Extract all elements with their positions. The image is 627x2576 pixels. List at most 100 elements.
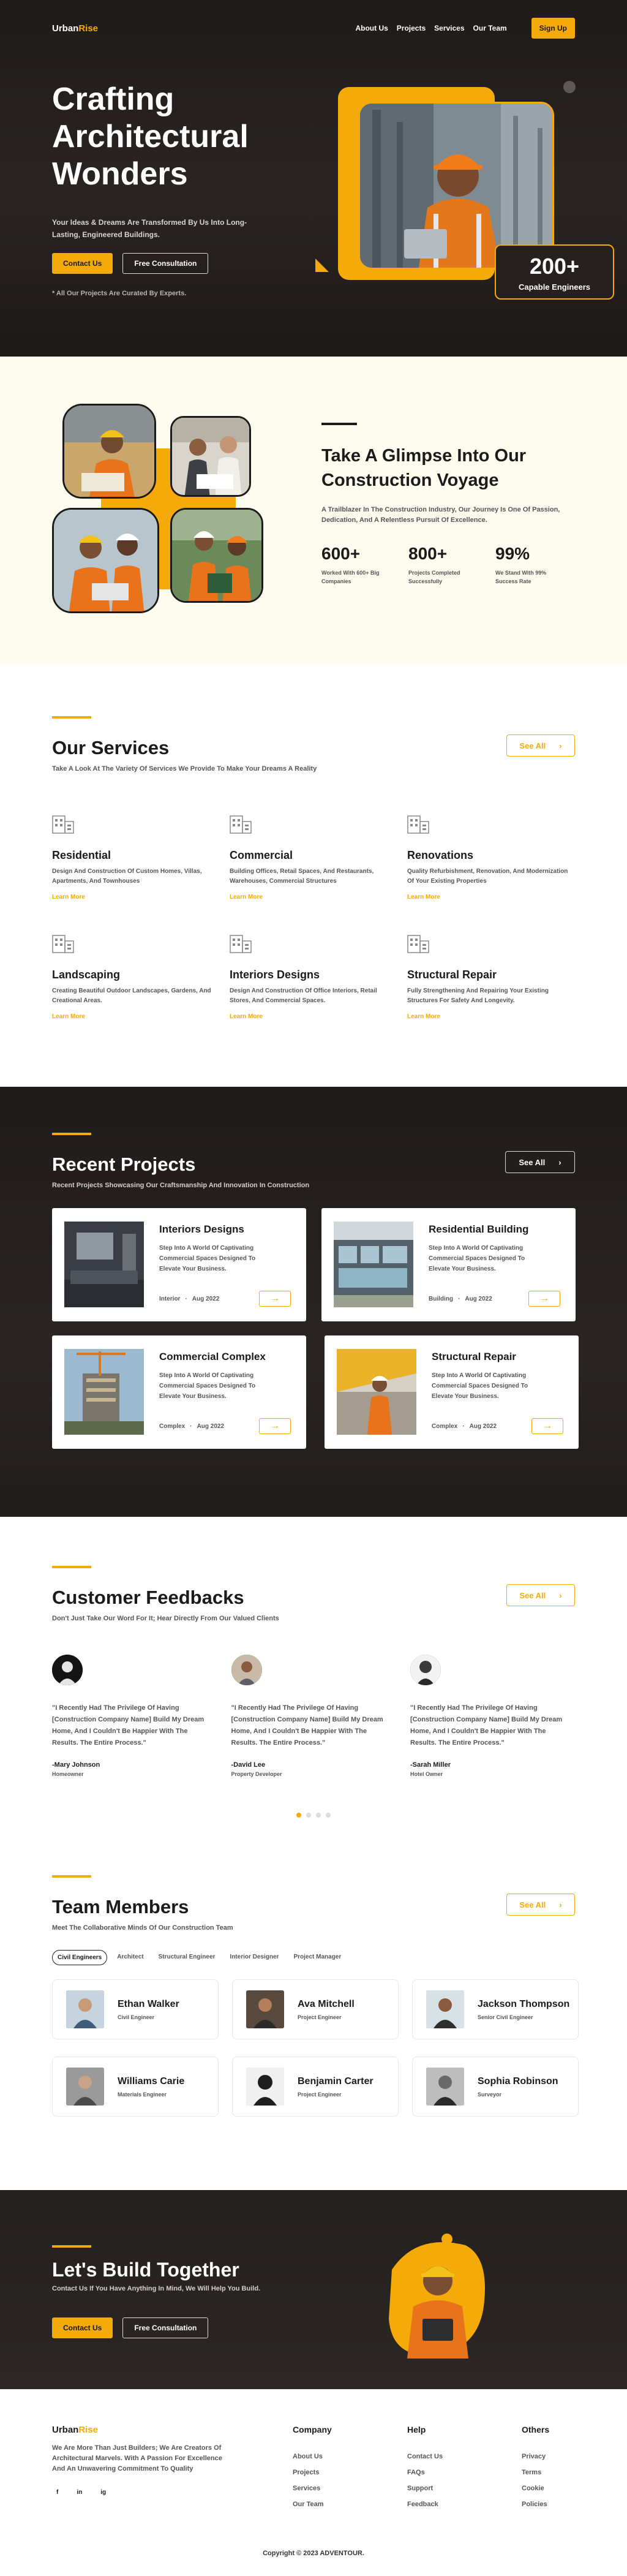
footer-link-about[interactable]: About Us <box>293 2453 332 2460</box>
building-icon <box>407 815 429 834</box>
learn-more-link[interactable]: Learn More <box>407 894 440 901</box>
services-heading: Our Services Take A Look At The Variety … <box>52 716 317 772</box>
footer-link-contact[interactable]: Contact Us <box>407 2453 443 2460</box>
services-see-all-button[interactable]: See All › <box>506 735 575 757</box>
arrow-right-icon: → <box>543 1421 552 1431</box>
learn-more-link[interactable]: Learn More <box>407 1013 440 1020</box>
project-image <box>337 1349 416 1435</box>
nav-link-about[interactable]: About Us <box>355 24 388 32</box>
building-icon <box>407 935 429 953</box>
team-see-all-button[interactable]: See All › <box>506 1894 575 1916</box>
project-card[interactable]: Commercial Complex Step Into A World Of … <box>52 1335 306 1449</box>
facebook-icon[interactable]: f <box>56 2489 58 2496</box>
member-name: Williams Carie <box>118 2076 185 2087</box>
nav-link-services[interactable]: Services <box>434 24 464 32</box>
voyage-title: Take A Glimpse Into Our Construction Voy… <box>321 446 527 490</box>
stat-label: We Stand With 99% Success Rate <box>495 570 547 584</box>
filter-chip-architect[interactable]: Architect <box>112 1950 148 1965</box>
carousel-dot[interactable] <box>296 1813 301 1818</box>
meta-separator: · <box>458 1296 460 1302</box>
service-card-interiors: Interiors Designs Design And Constructio… <box>230 934 401 1020</box>
carousel-dot[interactable] <box>306 1813 311 1818</box>
carousel-dot[interactable] <box>316 1813 321 1818</box>
team-filter-chips: Civil Engineers Architect Structural Eng… <box>52 1950 346 1965</box>
stat-projects: 800+ Projects Completed Successfully <box>408 544 470 586</box>
stat-value: 600+ <box>321 544 361 563</box>
project-arrow-button[interactable]: → <box>531 1418 563 1434</box>
voyage-content: Take A Glimpse Into Our Construction Voy… <box>321 423 579 586</box>
service-title: Landscaping <box>52 969 121 981</box>
footer-logo[interactable]: UrbanRise <box>52 2425 98 2435</box>
team-section: Team Members Meet The Collaborative Mind… <box>0 1857 627 2190</box>
hero-note: * All Our Projects Are Curated By Expert… <box>52 290 187 297</box>
team-member-card[interactable]: Williams Carie Materials Engineer <box>52 2057 219 2117</box>
cta-section: Let's Build Together Contact Us If You H… <box>0 2190 627 2389</box>
project-arrow-button[interactable]: → <box>259 1418 291 1434</box>
copyright: Copyright © 2023 ADVENTOUR. <box>263 2550 364 2557</box>
footer-column-title: Others <box>522 2425 550 2434</box>
footer-link-faqs[interactable]: FAQs <box>407 2469 443 2476</box>
signup-button[interactable]: Sign Up <box>531 18 575 39</box>
team-member-card[interactable]: Ava Mitchell Project Engineer <box>232 1979 399 2039</box>
footer-link-services[interactable]: Services <box>293 2485 332 2492</box>
team-member-card[interactable]: Benjamin Carter Project Engineer <box>232 2057 399 2117</box>
footer-link-team[interactable]: Our Team <box>293 2501 332 2508</box>
learn-more-link[interactable]: Learn More <box>230 1013 263 1020</box>
member-photo <box>246 1990 284 2028</box>
learn-more-link[interactable]: Learn More <box>230 894 263 901</box>
service-text: Building Offices, Retail Spaces, And Res… <box>230 868 374 885</box>
testimonials-row: "I Recently Had The Privilege Of Having … <box>52 1655 582 1777</box>
project-image <box>334 1222 413 1307</box>
nav-link-team[interactable]: Our Team <box>473 24 507 32</box>
team-subtitle: Meet The Collaborative Minds Of Our Cons… <box>52 1924 233 1932</box>
mosaic-photo-2 <box>170 416 251 497</box>
contact-button[interactable]: Contact Us <box>52 253 113 274</box>
cta-buttons: Contact Us Free Consultation <box>52 2317 209 2338</box>
project-arrow-button[interactable]: → <box>528 1291 560 1307</box>
learn-more-link[interactable]: Learn More <box>52 1013 85 1020</box>
nav-link-projects[interactable]: Projects <box>397 24 426 32</box>
cta-contact-button[interactable]: Contact Us <box>52 2317 113 2338</box>
cta-consultation-button[interactable]: Free Consultation <box>122 2317 209 2338</box>
hero-image-group: 200+ Capable Engineers <box>315 81 614 306</box>
filter-chip-structural-engineer[interactable]: Structural Engineer <box>154 1950 220 1965</box>
building-icon <box>230 935 252 953</box>
team-member-card[interactable]: Ethan Walker Civil Engineer <box>52 1979 219 2039</box>
project-card[interactable]: Interiors Designs Step Into A World Of C… <box>52 1208 306 1321</box>
footer-link-privacy[interactable]: Privacy <box>522 2453 549 2460</box>
testimonial-quote: "I Recently Had The Privilege Of Having … <box>52 1704 205 1747</box>
filter-chip-interior-designer[interactable]: Interior Designer <box>225 1950 283 1965</box>
linkedin-icon[interactable]: in <box>77 2489 82 2496</box>
footer-link-support[interactable]: Support <box>407 2485 443 2492</box>
carousel-dot[interactable] <box>326 1813 331 1818</box>
filter-chip-project-manager[interactable]: Project Manager <box>288 1950 346 1965</box>
project-card[interactable]: Residential Building Step Into A World O… <box>321 1208 576 1321</box>
footer-link-cookie[interactable]: Cookie <box>522 2485 549 2492</box>
footer-link-terms[interactable]: Terms <box>522 2469 549 2476</box>
projects-heading: Recent Projects Recent Projects Showcasi… <box>52 1133 309 1189</box>
footer-link-feedback[interactable]: Feedback <box>407 2501 443 2508</box>
footer-link-projects[interactable]: Projects <box>293 2469 332 2476</box>
consultation-button[interactable]: Free Consultation <box>122 253 209 274</box>
project-arrow-button[interactable]: → <box>259 1291 291 1307</box>
mosaic-photo-3 <box>52 508 159 613</box>
projects-section: Recent Projects Recent Projects Showcasi… <box>0 1087 627 1517</box>
project-category: Complex <box>159 1423 186 1430</box>
testimonial-role: Hotel Owner <box>410 1771 443 1777</box>
filter-chip-civil-engineers[interactable]: Civil Engineers <box>52 1950 108 1965</box>
service-title: Residential <box>52 849 111 861</box>
learn-more-link[interactable]: Learn More <box>52 894 85 901</box>
instagram-icon[interactable]: ig <box>100 2489 106 2496</box>
brand-accent: Rise <box>78 23 99 34</box>
projects-see-all-button[interactable]: See All › <box>505 1151 575 1173</box>
feedback-see-all-button[interactable]: See All › <box>506 1584 575 1606</box>
project-date: Aug 2022 <box>469 1423 497 1430</box>
brand-logo[interactable]: UrbanRise <box>52 23 98 34</box>
member-photo <box>426 2068 464 2106</box>
service-card-residential: Residential Design And Construction Of C… <box>52 814 223 901</box>
project-card[interactable]: Structural Repair Step Into A World Of C… <box>325 1335 579 1449</box>
service-text: Design And Construction Of Office Interi… <box>230 988 377 1004</box>
team-member-card[interactable]: Jackson Thompson Senior Civil Engineer <box>412 1979 579 2039</box>
team-member-card[interactable]: Sophia Robinson Surveyor <box>412 2057 579 2117</box>
footer-link-policies[interactable]: Policies <box>522 2501 549 2508</box>
